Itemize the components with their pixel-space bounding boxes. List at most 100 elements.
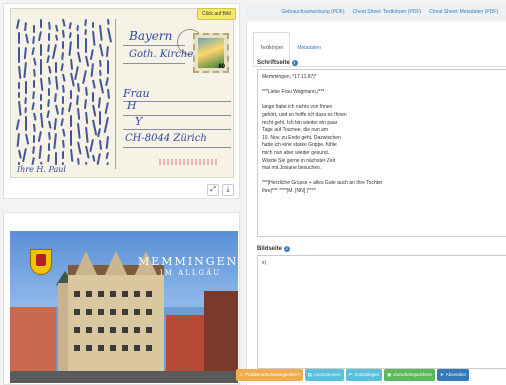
handwriting-stroke <box>40 94 43 101</box>
handwriting-stroke <box>60 63 65 72</box>
photo-windows <box>74 327 158 333</box>
handwriting-stroke <box>47 120 52 129</box>
save-icon: ▣ <box>387 372 392 377</box>
submit-button[interactable]: ➤ Absenden <box>436 369 470 381</box>
handwriting-stroke <box>37 131 43 143</box>
address-line-5: Y <box>135 115 143 128</box>
handwriting-stroke <box>99 78 105 94</box>
handwriting-stroke <box>47 21 51 30</box>
handwriting-stroke <box>32 123 36 132</box>
handwriting-stroke <box>84 55 89 67</box>
handwriting-stroke <box>69 130 72 146</box>
address-rule <box>123 45 185 46</box>
expand-icon[interactable]: ⤢ <box>207 184 219 196</box>
handwriting-stroke <box>92 154 96 162</box>
handwriting-stroke <box>54 93 57 103</box>
handwriting-stroke <box>104 77 109 87</box>
handwriting-stroke <box>47 131 51 140</box>
transcription-page: Bayern Goth. Kirche Frau H Y CH-8044 Zür… <box>0 0 506 385</box>
handwriting-stroke <box>55 24 59 32</box>
download-icon[interactable]: ⤓ <box>222 184 234 196</box>
handwriting-stroke <box>84 111 88 124</box>
handwriting-stroke <box>89 49 94 61</box>
cheat-sheet-text-link[interactable]: Cheat Sheet: Textkörper (PDF) <box>353 9 422 15</box>
handwriting-stroke <box>62 128 67 137</box>
handwriting-stroke <box>77 82 81 92</box>
click-on-image-button[interactable]: Click auf Bild <box>197 8 236 20</box>
put-back-button[interactable]: ↶ Zurücklegen <box>345 369 383 381</box>
photo-building-right-far <box>204 291 238 383</box>
handwriting-stroke <box>84 86 88 96</box>
handwriting-stroke <box>92 92 94 102</box>
handwriting-stroke <box>106 60 109 74</box>
handwriting-stroke <box>40 19 43 28</box>
handwriting-stroke <box>15 19 20 30</box>
handwriting-stroke <box>62 151 65 159</box>
info-icon[interactable]: i <box>291 60 298 66</box>
handwriting-stroke <box>77 51 82 63</box>
postcard-writing-side-panel: Bayern Goth. Kirche Frau H Y CH-8044 Zür… <box>3 3 240 199</box>
handwriting-stroke <box>47 33 50 41</box>
instructions-pdf-link[interactable]: Gebrauchsanweisung (PDF) <box>281 9 344 15</box>
handwriting-stroke <box>84 126 89 143</box>
handwriting-stroke <box>32 57 37 66</box>
handwriting-stroke <box>68 32 72 39</box>
handwriting-stroke <box>46 99 50 108</box>
address-line-6: CH-8044 Zürich <box>125 133 207 144</box>
handwriting-stroke <box>67 102 72 113</box>
info-icon[interactable]: i <box>284 246 291 252</box>
submit-button-label: Absenden <box>445 372 467 377</box>
handwriting-stroke <box>32 135 35 143</box>
schriftseite-textarea[interactable]: Memmingen, *17.11.87|* ***Liebe Frau Weg… <box>257 69 506 237</box>
address-line-4: H <box>127 99 137 112</box>
handwriting-stroke <box>24 107 28 114</box>
handwriting-stroke <box>69 115 72 127</box>
handwriting-stroke <box>103 117 109 134</box>
address-rule <box>123 129 231 130</box>
save-draft-button-label: Zwischenspeichern <box>393 372 432 377</box>
handwriting-stroke <box>46 154 50 163</box>
problems-button[interactable]: ⚠ Probleme/Schwierigkeiten? <box>236 369 303 381</box>
ausnummern-button[interactable]: ▤ Ausnummern <box>304 369 344 381</box>
address-line-1: Bayern <box>129 29 173 43</box>
handwriting-stroke <box>99 24 104 41</box>
photo-region-name: IM ALLGÄU <box>160 269 222 277</box>
handwriting-stroke <box>105 46 109 58</box>
handwriting-stroke <box>18 149 22 159</box>
coat-of-arms-icon <box>30 249 52 275</box>
handwriting-stroke <box>24 97 28 105</box>
handwriting-stroke <box>77 141 82 155</box>
handwriting-stroke <box>22 148 28 163</box>
send-icon: ➤ <box>439 372 444 377</box>
handwriting-stroke <box>47 88 50 96</box>
handwriting-stroke <box>83 99 87 110</box>
handwriting-stroke <box>62 18 67 27</box>
handwriting-stroke <box>24 22 28 32</box>
postcard-writing-side-image[interactable]: Bayern Goth. Kirche Frau H Y CH-8044 Zür… <box>10 8 234 178</box>
handwriting-stroke <box>60 118 65 127</box>
handwriting-stroke <box>55 62 57 73</box>
signature: Ihre H. Paul <box>17 165 66 174</box>
handwriting-stroke <box>74 66 80 81</box>
bildseite-textarea[interactable]: x| <box>257 255 506 369</box>
handwriting-stroke <box>105 152 109 160</box>
cheat-sheet-metadata-link[interactable]: Cheat Sheet: Metadaten (PDF) <box>429 9 498 15</box>
handwriting-stroke <box>99 111 102 125</box>
photo-windows <box>74 309 158 315</box>
photo-windows <box>74 291 158 297</box>
handwriting-stroke <box>69 58 73 70</box>
handwriting-stroke <box>61 107 65 116</box>
photo-gable <box>74 251 98 277</box>
handwriting-stroke <box>76 25 80 32</box>
stamp-value: 80 <box>218 64 225 70</box>
postcard-picture-side-image[interactable]: MEMMINGEN IM ALLGÄU <box>10 231 238 383</box>
transcription-panel: Textkörper Metadaten Schriftseite i Memmi… <box>246 22 506 385</box>
handwriting-stroke <box>25 81 28 94</box>
help-links-bar: Gebrauchsanweisung (PDF) Cheat Sheet: Te… <box>246 4 506 20</box>
handwriting-stroke <box>31 47 35 56</box>
action-bar: ⚠ Probleme/Schwierigkeiten? ▤ Ausnummern ↶… <box>236 369 470 381</box>
handwriting-stroke <box>18 65 22 79</box>
handwriting-stroke <box>18 82 20 89</box>
handwriting-stroke <box>83 29 87 36</box>
save-draft-button[interactable]: ▣ Zwischenspeichern <box>384 369 435 381</box>
